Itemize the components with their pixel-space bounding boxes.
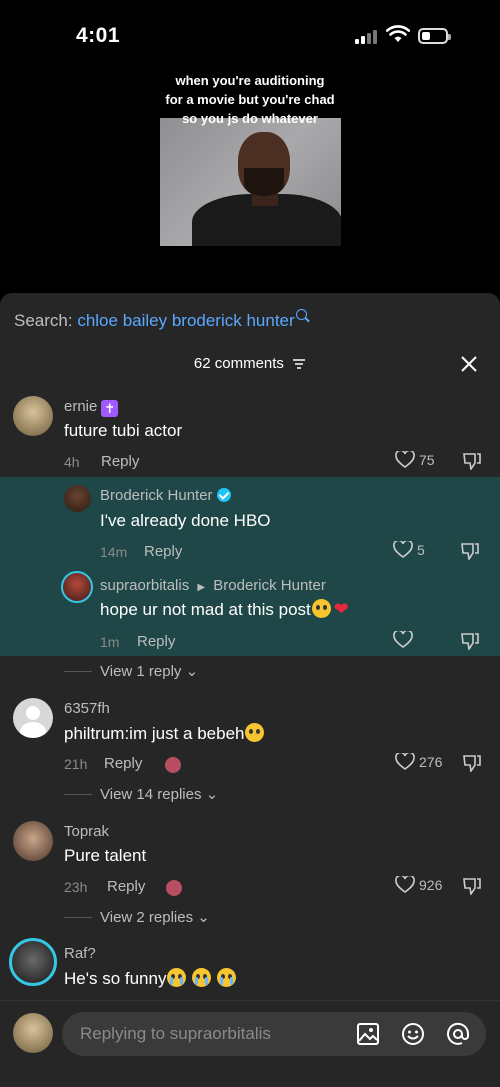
view-replies-button[interactable]: View 1 reply ⌄ <box>63 662 198 680</box>
like-button[interactable]: 926 <box>395 876 442 894</box>
comment-username[interactable]: Toprak <box>64 823 109 840</box>
comment-item: 6357fh philtrum:im just a bebeh 21h Repl… <box>0 693 500 803</box>
caption-line: for a movie but you're chad <box>165 92 335 107</box>
comment-item: Raf? He's so funny <box>0 938 500 1000</box>
verified-badge-icon <box>216 488 231 502</box>
comment-input[interactable]: Replying to supraorbitalis <box>62 1012 486 1056</box>
comments-panel: Search: chloe bailey broderick hunter 62… <box>0 293 500 1087</box>
comment-text: He's so funny <box>64 968 236 989</box>
reply-to-user[interactable]: Broderick Hunter <box>213 577 326 594</box>
like-count: 75 <box>419 452 435 468</box>
clock: 4:01 <box>76 24 121 47</box>
emoji-icon[interactable] <box>401 1022 425 1046</box>
reply-button[interactable]: Reply <box>107 878 145 895</box>
crying-face-emoji <box>192 968 212 987</box>
comment-time: 14m <box>100 544 128 560</box>
comment-text: I've already done HBO <box>100 511 271 530</box>
cross-badge-icon: ✝ <box>101 400 119 417</box>
avatar[interactable] <box>13 698 53 738</box>
heart-icon <box>395 753 415 770</box>
video-player[interactable]: when you're auditioning for a movie but … <box>0 60 500 300</box>
heart-icon <box>393 631 413 648</box>
heart-icon <box>393 541 413 558</box>
view-replies-button[interactable]: View 2 replies ⌄ <box>64 908 210 926</box>
highlighted-replies: Broderick Hunter I've already done HBO 1… <box>0 477 500 656</box>
like-count: 926 <box>419 877 443 893</box>
crying-face-emoji <box>167 968 187 987</box>
comment-composer: Replying to supraorbitalis <box>0 1000 500 1087</box>
comment-username[interactable]: ernie ✝ <box>64 398 119 417</box>
creator-liked-avatar <box>163 755 183 775</box>
reply-arrow-icon: ▶ <box>197 582 206 593</box>
comment-item: Toprak Pure talent 23h Reply 926 View 2 … <box>0 816 500 926</box>
like-button[interactable]: 276 <box>395 753 442 771</box>
avatar[interactable] <box>13 821 53 861</box>
like-count: 276 <box>419 754 443 770</box>
reply-button[interactable]: Reply <box>137 633 175 650</box>
mention-icon[interactable] <box>446 1022 470 1046</box>
pleading-face-emoji <box>311 599 331 618</box>
comment-text: philtrum:im just a bebeh <box>64 723 265 744</box>
like-button[interactable] <box>393 631 417 649</box>
image-icon[interactable] <box>356 1022 380 1046</box>
avatar[interactable] <box>61 571 93 603</box>
comment-text: Pure talent <box>64 846 147 865</box>
comment-input-placeholder: Replying to supraorbitalis <box>80 1024 271 1043</box>
video-caption: when you're auditioning for a movie but … <box>150 71 350 128</box>
creator-liked-avatar <box>164 878 184 898</box>
like-count: 5 <box>417 542 425 558</box>
heart-icon <box>395 876 415 893</box>
avatar[interactable] <box>9 938 57 986</box>
caption-line: so you js do whatever <box>182 111 318 126</box>
dislike-icon[interactable] <box>460 542 480 560</box>
reply-button[interactable]: Reply <box>101 453 139 470</box>
avatar[interactable] <box>13 396 53 436</box>
red-heart-emoji: ❤ <box>333 599 349 619</box>
like-button[interactable]: 75 <box>395 451 435 469</box>
filter-icon[interactable] <box>292 358 306 370</box>
reply-button[interactable]: Reply <box>144 543 182 560</box>
search-query-link[interactable]: chloe bailey broderick hunter <box>77 311 294 330</box>
comments-count: 62 comments <box>0 355 500 372</box>
comment-item: ernie ✝ future tubi actor 4h Reply 75 <box>0 391 500 477</box>
reply-button[interactable]: Reply <box>104 755 142 772</box>
comment-username[interactable]: 6357fh <box>64 700 110 717</box>
comment-time: 23h <box>64 879 88 895</box>
crying-face-emoji <box>216 968 236 987</box>
comment-time: 4h <box>64 454 80 470</box>
wifi-icon <box>386 25 410 42</box>
comment-username[interactable]: Raf? <box>64 945 96 962</box>
dislike-icon[interactable] <box>462 877 482 895</box>
heart-icon <box>395 451 415 468</box>
search-icon <box>295 309 307 320</box>
comment-username[interactable]: Broderick Hunter <box>100 487 231 504</box>
comment-username[interactable]: supraorbitalis ▶ Broderick Hunter <box>100 577 326 594</box>
dislike-icon[interactable] <box>462 452 482 470</box>
cellular-signal-icon <box>355 28 377 44</box>
comment-time: 1m <box>100 634 120 650</box>
search-suggestion[interactable]: Search: chloe bailey broderick hunter <box>14 309 307 331</box>
view-replies-button[interactable]: View 14 replies ⌄ <box>63 785 218 803</box>
my-avatar <box>13 1013 53 1053</box>
battery-icon <box>418 28 451 44</box>
pleading-face-emoji <box>245 723 265 742</box>
comment-text: hope ur not mad at this post ❤ <box>100 599 349 619</box>
close-icon[interactable] <box>460 355 478 373</box>
dislike-icon[interactable] <box>462 754 482 772</box>
like-button[interactable]: 5 <box>393 541 425 559</box>
avatar[interactable] <box>64 485 91 512</box>
dislike-icon[interactable] <box>460 632 480 650</box>
caption-line: when you're auditioning <box>175 73 325 88</box>
comment-text: future tubi actor <box>64 421 183 440</box>
search-prefix: Search: <box>14 311 73 330</box>
video-thumbnail <box>160 118 341 246</box>
comments-count-label: 62 comments <box>193 355 284 372</box>
comment-time: 21h <box>64 756 88 772</box>
